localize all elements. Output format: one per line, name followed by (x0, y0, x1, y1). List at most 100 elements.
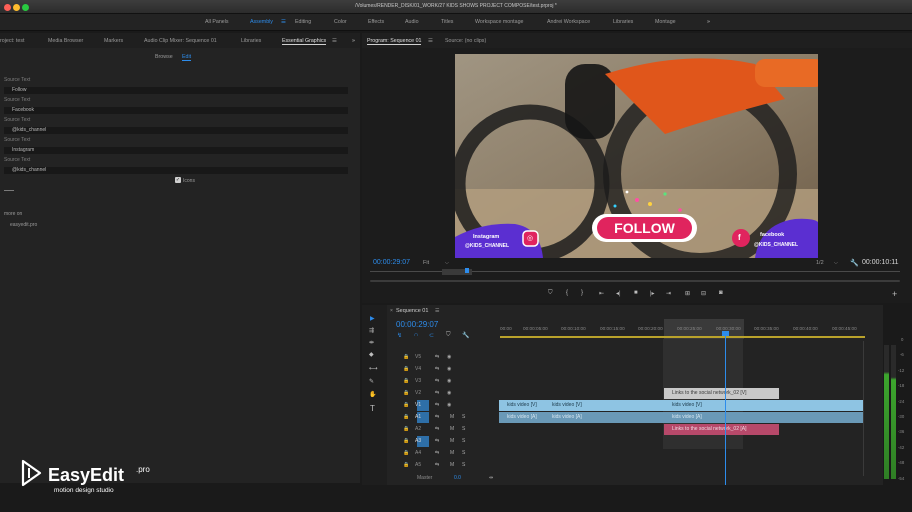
timeline-playhead-handle[interactable] (722, 331, 729, 336)
master-edit-icon[interactable]: ⇹ (489, 475, 493, 481)
add-marker-timeline-icon[interactable]: ⛉ (446, 332, 451, 339)
fit-dropdown-chevron-icon[interactable]: ⌵ (445, 260, 449, 266)
program-playhead[interactable] (465, 268, 469, 273)
tab-markers[interactable]: Markers (104, 38, 123, 44)
sync-lock-icon[interactable]: ⇆ (435, 390, 439, 396)
quality-dropdown-chevron-icon[interactable]: ⌵ (834, 260, 838, 266)
type-tool-icon[interactable]: T (370, 404, 375, 413)
panel-menu-icon[interactable]: ☰ (332, 38, 337, 44)
tab-source-monitor[interactable]: Source: (no clips) (445, 38, 486, 44)
source-text-field-3[interactable]: @kids_channel (4, 127, 348, 134)
workspace-menu-icon[interactable]: ☰ (281, 19, 286, 25)
step-back-icon[interactable]: ◂| (616, 290, 621, 297)
mute-icon[interactable]: M (450, 450, 454, 456)
fit-dropdown[interactable]: Fit (423, 260, 429, 266)
clip-a2-links[interactable]: Links to the social network_02 [A] (664, 424, 779, 435)
clip-v2-links[interactable]: Links to the social network_02 [V] (664, 388, 779, 399)
sync-lock-icon[interactable]: ⇆ (435, 450, 439, 456)
go-to-in-icon[interactable]: ⇤ (599, 290, 604, 297)
source-text-field-4[interactable]: Instagram (4, 147, 348, 154)
workspace-titles[interactable]: Titles (441, 19, 453, 25)
hand-tool-icon[interactable]: ✋ (369, 391, 376, 398)
pen-tool-icon[interactable]: ✎ (369, 378, 374, 385)
workspace-libraries[interactable]: Libraries (613, 19, 633, 25)
mute-icon[interactable]: M (450, 426, 454, 432)
workspace-montage-custom[interactable]: Workspace montage (475, 19, 523, 25)
lock-icon[interactable]: 🔒 (403, 402, 409, 408)
track-select-tool-icon[interactable]: ⇶ (369, 327, 374, 334)
stop-icon[interactable]: ■ (634, 290, 638, 296)
clip-a1-kids-a[interactable]: kids video [A] (499, 412, 544, 423)
add-marker-icon[interactable]: ⛉ (548, 290, 553, 297)
monitor-zoom-scrollbar[interactable] (370, 280, 900, 282)
eye-icon[interactable]: ◉ (447, 366, 451, 372)
browse-tab[interactable]: Browse (155, 54, 173, 60)
timeline-playhead[interactable] (725, 333, 726, 485)
quality-dropdown[interactable]: 1/2 (816, 260, 824, 266)
lock-icon[interactable]: 🔒 (403, 354, 409, 360)
time-ruler[interactable]: 00:00 00:00:05:00 00:00:10:00 00:00:15:0… (500, 319, 865, 339)
program-menu-icon[interactable]: ☰ (428, 38, 433, 44)
eye-icon[interactable]: ◉ (447, 402, 451, 408)
lock-icon[interactable]: 🔒 (403, 414, 409, 420)
sync-lock-icon[interactable]: ⇆ (435, 438, 439, 444)
sequence-menu-icon[interactable]: ☰ (435, 308, 439, 314)
clip-v1-kids-b[interactable]: kids video [V] (544, 400, 664, 411)
mark-in-icon[interactable]: { (566, 290, 568, 296)
solo-icon[interactable]: S (462, 450, 465, 456)
eye-icon[interactable]: ◉ (447, 390, 451, 396)
tab-media-browser[interactable]: Media Browser (48, 38, 83, 44)
tab-libraries[interactable]: Libraries (241, 38, 261, 44)
eye-icon[interactable]: ◉ (447, 378, 451, 384)
eye-icon[interactable]: ◉ (447, 354, 451, 360)
master-volume-value[interactable]: 0.0 (454, 475, 461, 481)
step-forward-icon[interactable]: |▸ (650, 290, 655, 297)
clip-a1-kids-c[interactable]: kids video [A] (664, 412, 863, 423)
workspace-assembly[interactable]: Assembly (250, 19, 273, 25)
workspace-andrei[interactable]: Andrei Workspace (547, 19, 590, 25)
tab-audio-clip-mixer[interactable]: Audio Clip Mixer: Sequence 01 (144, 38, 217, 44)
close-sequence-icon[interactable]: × (390, 308, 393, 314)
snap-icon[interactable]: ∩ (414, 332, 418, 338)
timeline-timecode[interactable]: 00:00:29:07 (396, 320, 438, 329)
go-to-out-icon[interactable]: ⇥ (666, 290, 671, 297)
sync-lock-icon[interactable]: ⇆ (435, 462, 439, 468)
export-frame-icon[interactable]: ◙ (719, 290, 723, 296)
lock-icon[interactable]: 🔒 (403, 426, 409, 432)
mute-icon[interactable]: M (450, 414, 454, 420)
video-frame[interactable]: FOLLOW Instagram @KIDS_CHANNEL ◎ f faceb… (455, 54, 818, 258)
more-panels-icon[interactable]: » (352, 38, 355, 44)
lock-icon[interactable]: 🔒 (403, 366, 409, 372)
lock-icon[interactable]: 🔒 (403, 462, 409, 468)
workspace-all-panels[interactable]: All Panels (205, 19, 229, 25)
extract-icon[interactable]: ⊟ (701, 290, 706, 297)
solo-icon[interactable]: S (462, 462, 465, 468)
solo-icon[interactable]: S (462, 414, 465, 420)
clip-v1-kids-c[interactable]: kids video [V] (664, 400, 863, 411)
source-text-field-2[interactable]: Facebook (4, 107, 348, 114)
clip-v1-kids-a[interactable]: kids video [V] (499, 400, 544, 411)
linked-selection-icon[interactable]: ⊂ (429, 332, 434, 339)
workspace-audio[interactable]: Audio (405, 19, 419, 25)
program-timecode[interactable]: 00:00:29:07 (373, 259, 410, 266)
lock-icon[interactable]: 🔒 (403, 450, 409, 456)
sync-lock-icon[interactable]: ⇆ (435, 378, 439, 384)
mark-out-icon[interactable]: } (581, 290, 583, 296)
timeline-settings-icon[interactable]: 🔧 (462, 332, 469, 339)
ripple-edit-tool-icon[interactable]: ⇹ (369, 339, 374, 346)
sync-lock-icon[interactable]: ⇆ (435, 426, 439, 432)
mute-icon[interactable]: M (450, 438, 454, 444)
sequence-tab[interactable]: Sequence 01 (396, 308, 428, 314)
tab-program-monitor[interactable]: Program: Sequence 01 (367, 38, 422, 45)
more-workspaces-icon[interactable]: » (707, 19, 710, 25)
lock-icon[interactable]: 🔒 (403, 378, 409, 384)
slip-tool-icon[interactable]: ⟷ (369, 365, 378, 372)
lock-icon[interactable]: 🔒 (403, 438, 409, 444)
lock-icon[interactable]: 🔒 (403, 390, 409, 396)
timeline-vertical-scrollbar[interactable] (863, 341, 871, 476)
selection-tool-icon[interactable]: ▶ (370, 315, 375, 322)
button-editor-plus-icon[interactable]: + (892, 289, 897, 299)
nest-icon[interactable]: ↯ (397, 332, 402, 339)
workspace-montage[interactable]: Montage (655, 19, 676, 25)
solo-icon[interactable]: S (462, 426, 465, 432)
